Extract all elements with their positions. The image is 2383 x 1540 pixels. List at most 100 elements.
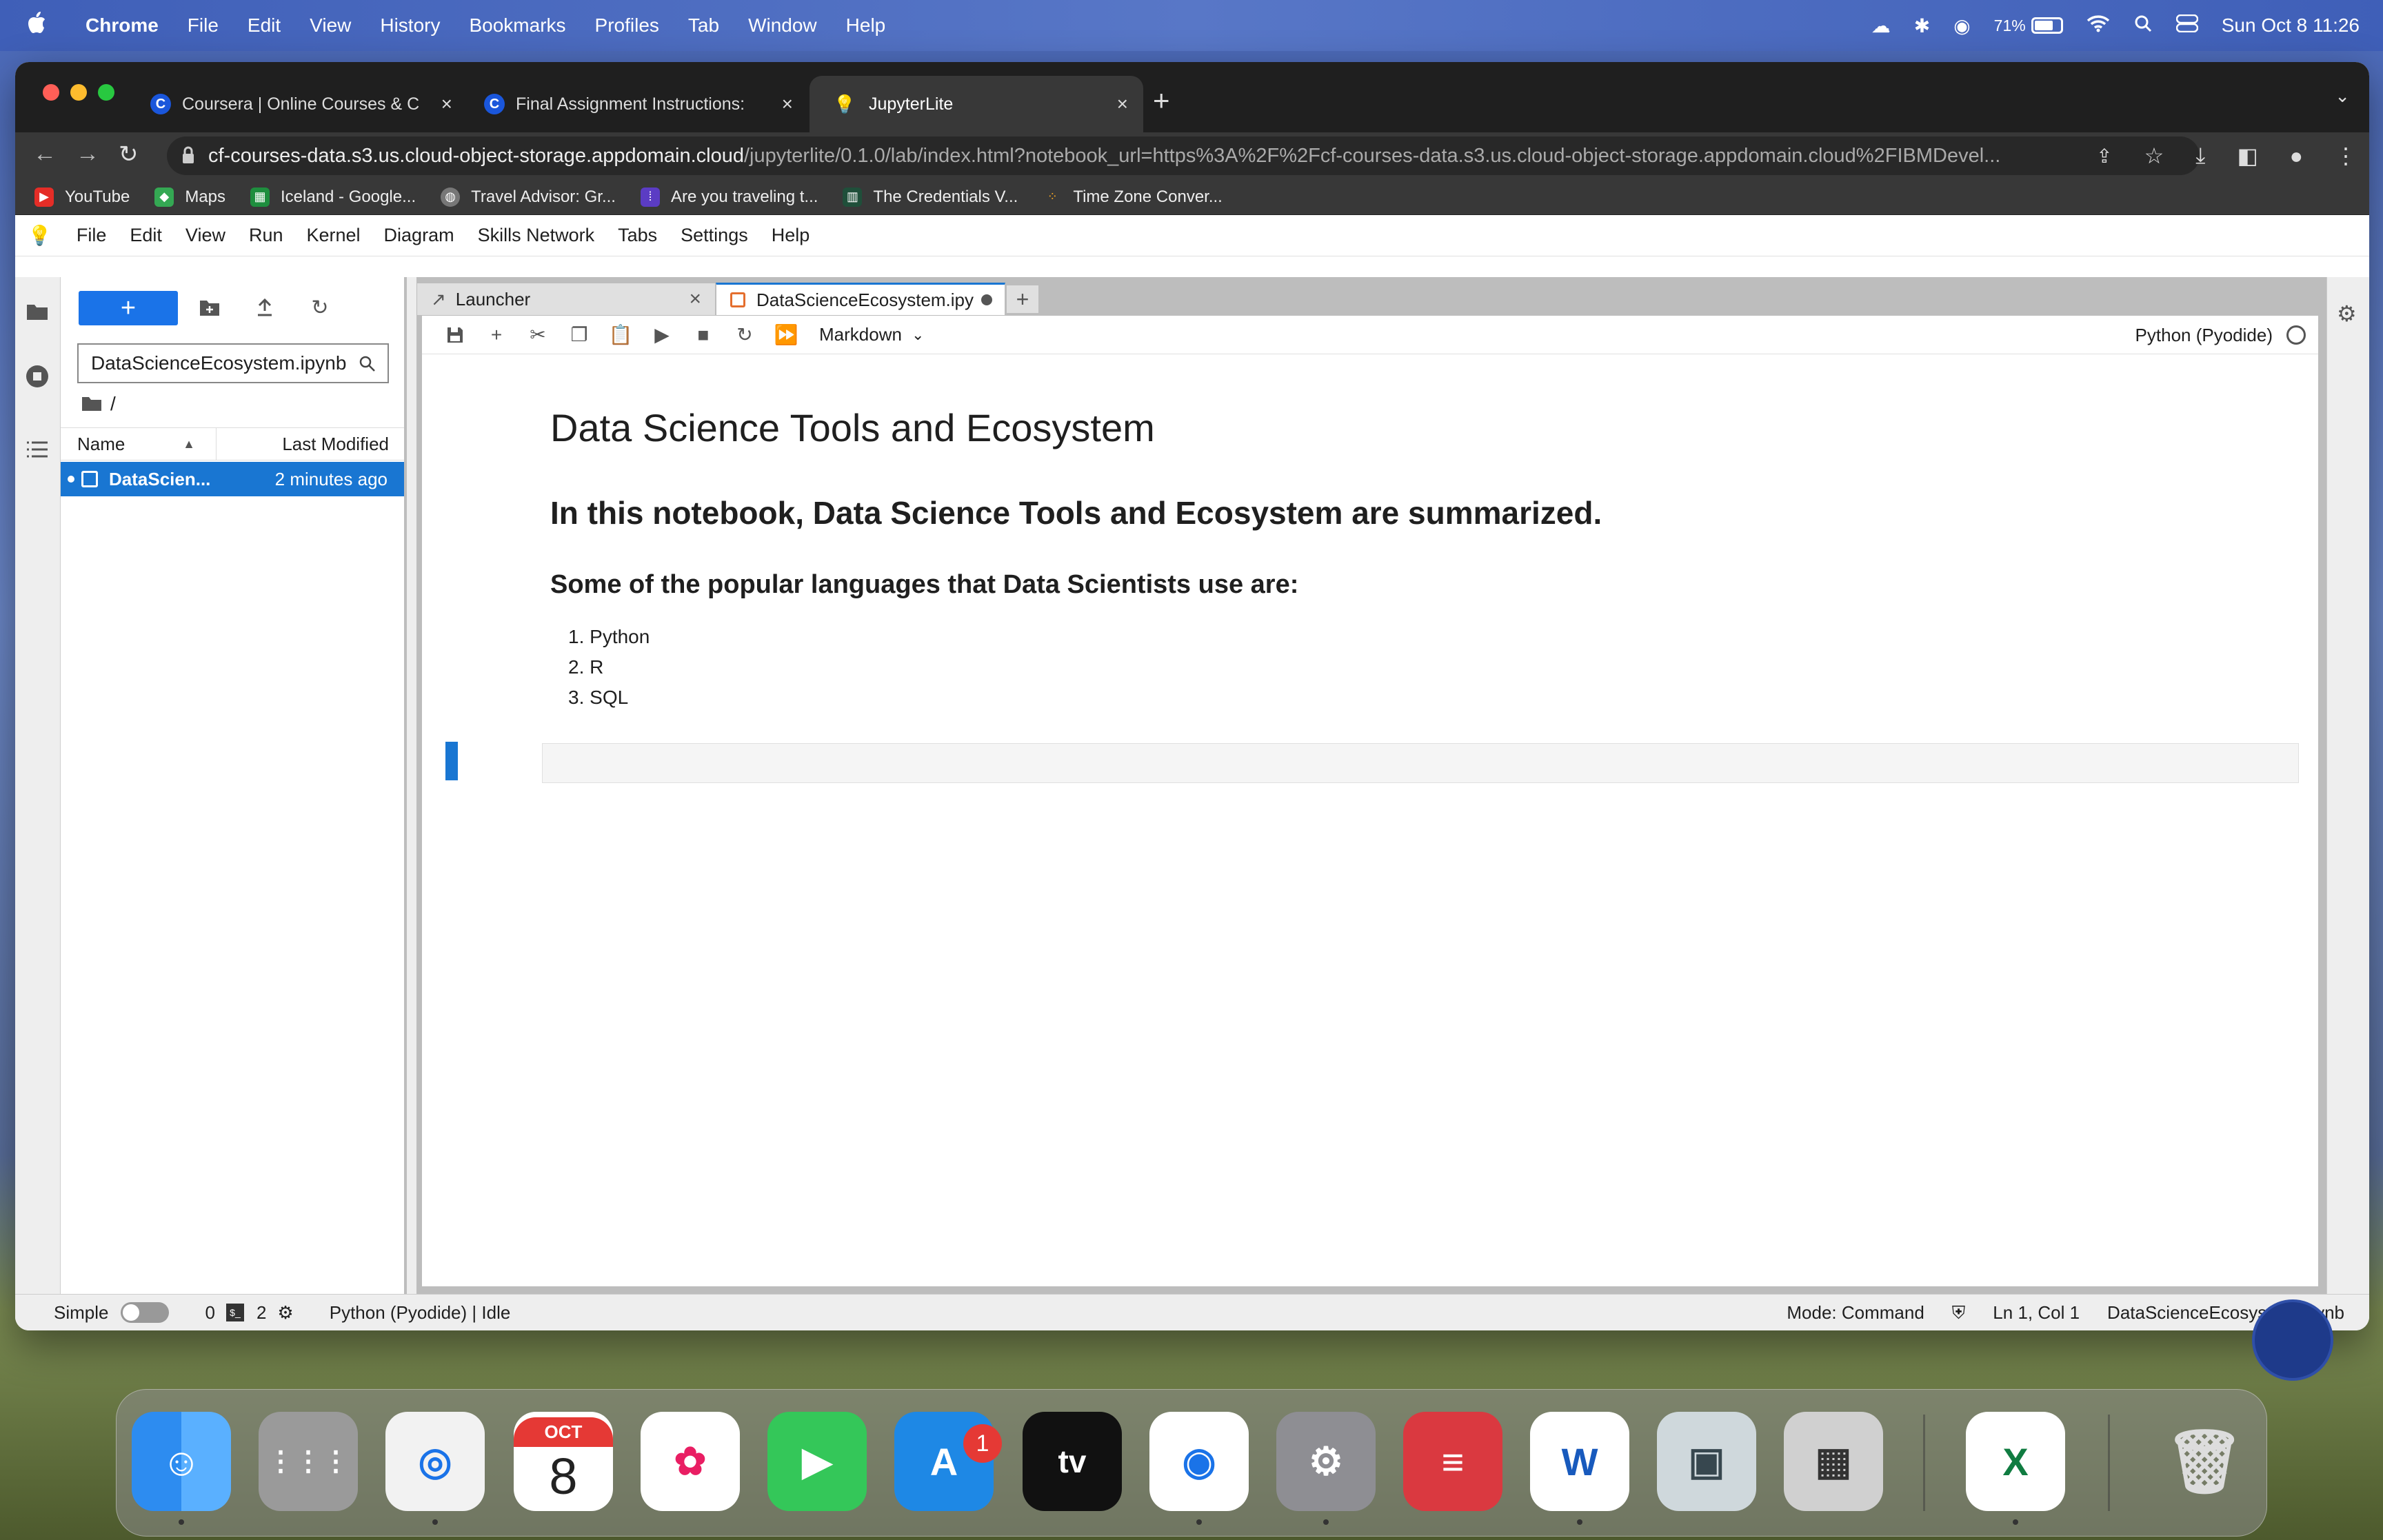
tab-close-icon[interactable]: × (441, 93, 452, 115)
menu-view[interactable]: View (310, 14, 351, 37)
chat-widget-button[interactable] (2252, 1299, 2333, 1381)
browser-tab-jupyterlite[interactable]: 💡 JupyterLite × (810, 76, 1143, 132)
menu-bookmarks[interactable]: Bookmarks (469, 14, 565, 37)
file-filter-input[interactable]: DataScienceEcosystem.ipynb (77, 343, 389, 383)
apple-tv-icon[interactable]: tv (1023, 1412, 1122, 1511)
trust-shield-icon[interactable]: ⛨ (1952, 1302, 1966, 1324)
finder-icon[interactable]: ☺ (132, 1412, 231, 1511)
paste-icon[interactable]: 📋 (600, 323, 641, 346)
menu-help[interactable]: Help (846, 14, 886, 37)
property-inspector-icon[interactable]: ⚙ (2337, 301, 2357, 327)
jl-menu-run[interactable]: Run (249, 225, 283, 246)
jl-menu-file[interactable]: File (77, 225, 107, 246)
menu-file[interactable]: File (188, 14, 219, 37)
kernel-indicator[interactable]: Python (Pyodide) (2135, 316, 2306, 354)
jl-menu-tabs[interactable]: Tabs (618, 225, 657, 246)
kernel-status[interactable]: Python (Pyodide) | Idle (330, 1302, 511, 1324)
calculator-icon[interactable]: ▦ (1784, 1412, 1883, 1511)
column-modified-header[interactable]: Last Modified (217, 434, 404, 455)
stop-icon[interactable]: ■ (683, 324, 724, 346)
tab-close-icon[interactable]: × (782, 93, 793, 115)
cell-type-select[interactable]: Markdown ⌄ (819, 324, 924, 345)
doc-tab-launcher[interactable]: ↗ Launcher × (416, 283, 716, 316)
tab-close-icon[interactable]: × (1117, 93, 1128, 115)
markdown-cell[interactable]: Data Science Tools and Ecosystem In this… (550, 405, 2302, 713)
running-stop-icon[interactable] (25, 364, 50, 389)
datetime[interactable]: Sun Oct 8 11:26 (2222, 14, 2360, 37)
weather-icon[interactable]: ☁ (1871, 14, 1891, 37)
column-name-header[interactable]: Name ▲ (61, 427, 217, 460)
jl-menu-edit[interactable]: Edit (130, 225, 162, 246)
preview-icon[interactable]: ▣ (1657, 1412, 1756, 1511)
jl-menu-view[interactable]: View (185, 225, 225, 246)
side-panel-icon[interactable]: ◧ (2237, 143, 2258, 169)
bookmark-youtube[interactable]: ▶ YouTube (34, 187, 130, 207)
copy-icon[interactable]: ❐ (559, 323, 600, 346)
bookmark-star-icon[interactable]: ☆ (2144, 143, 2164, 169)
cut-icon[interactable]: ✂ (517, 323, 559, 346)
menu-edit[interactable]: Edit (248, 14, 281, 37)
control-center-icon[interactable] (2175, 14, 2198, 37)
excel-icon[interactable]: X (1966, 1412, 2065, 1511)
expressvpn-icon[interactable]: ≡ (1403, 1412, 1502, 1511)
new-doc-tab-icon[interactable]: + (1007, 285, 1038, 313)
download-icon[interactable]: ⤓ (2195, 143, 2205, 169)
breadcrumb-root[interactable]: / (110, 393, 116, 415)
bookmark-time-zone[interactable]: ⁘ Time Zone Conver... (1043, 188, 1223, 207)
home-folder-icon[interactable] (81, 396, 102, 412)
menu-history[interactable]: History (380, 14, 440, 37)
minimize-window-button[interactable] (70, 84, 87, 101)
forward-icon[interactable]: → (76, 141, 99, 168)
bookmark-are-you-traveling[interactable]: ⁞ Are you traveling t... (640, 187, 818, 207)
add-cell-icon[interactable]: + (476, 324, 517, 346)
close-window-button[interactable] (43, 84, 59, 101)
bookmark-iceland[interactable]: ▦ Iceland - Google... (250, 187, 416, 207)
browser-tab-coursera[interactable]: C Coursera | Online Courses & C × (150, 76, 467, 132)
word-icon[interactable]: W (1530, 1412, 1629, 1511)
bookmark-credentials[interactable]: ▥ The Credentials V... (843, 187, 1018, 207)
restart-icon[interactable]: ↻ (724, 323, 765, 346)
user-icon[interactable]: ◉ (1953, 14, 1970, 37)
run-all-icon[interactable]: ⏩ (765, 323, 807, 346)
share-icon[interactable]: ⇪ (2096, 145, 2112, 168)
back-icon[interactable]: ← (33, 141, 57, 168)
tab-search-chevron-icon[interactable]: ⌄ (2335, 85, 2350, 107)
bookmark-travel-advisor[interactable]: ◍ Travel Advisor: Gr... (441, 187, 616, 207)
run-icon[interactable]: ▶ (641, 323, 683, 346)
code-cell-input[interactable] (542, 743, 2299, 783)
new-launcher-button[interactable]: + (79, 291, 178, 325)
upload-icon[interactable] (252, 295, 277, 320)
calendar-icon[interactable]: OCT 8 (514, 1412, 613, 1511)
cursor-position[interactable]: Ln 1, Col 1 (1993, 1302, 2080, 1324)
refresh-icon[interactable]: ↻ (308, 295, 332, 320)
terminal-count[interactable]: 0 (205, 1302, 214, 1324)
photos-icon[interactable]: ✿ (641, 1412, 740, 1511)
jl-menu-settings[interactable]: Settings (681, 225, 748, 246)
battery-indicator[interactable]: 71% (1994, 17, 2063, 35)
jl-menu-diagram[interactable]: Diagram (384, 225, 454, 246)
menu-window[interactable]: Window (748, 14, 817, 37)
menu-app-name[interactable]: Chrome (86, 14, 159, 37)
bluetooth-icon[interactable]: ✱ (1914, 14, 1930, 37)
jl-menu-help[interactable]: Help (772, 225, 810, 246)
doc-tab-close-icon[interactable]: × (689, 287, 701, 311)
jl-menu-kernel[interactable]: Kernel (307, 225, 361, 246)
bookmark-maps[interactable]: ◆ Maps (154, 187, 225, 207)
reload-icon[interactable]: ↻ (119, 141, 139, 168)
app-store-icon[interactable]: A1 (894, 1412, 1002, 1511)
wifi-icon[interactable] (2087, 14, 2110, 37)
system-settings-icon[interactable]: ⚙ (1276, 1412, 1376, 1511)
menu-profiles[interactable]: Profiles (595, 14, 659, 37)
save-icon[interactable] (434, 326, 476, 344)
apple-menu-icon[interactable] (26, 11, 50, 41)
chrome-icon[interactable]: ◉ (1149, 1412, 1249, 1511)
safari-icon[interactable]: ◎ (385, 1412, 485, 1511)
simple-mode-toggle[interactable] (121, 1302, 170, 1323)
menu-tab[interactable]: Tab (688, 14, 719, 37)
file-list-item[interactable]: DataScien... 2 minutes ago (61, 462, 404, 496)
zoom-window-button[interactable] (98, 84, 114, 101)
jl-menu-skills-network[interactable]: Skills Network (478, 225, 595, 246)
trash-icon[interactable]: 🗑 (2155, 1412, 2254, 1511)
address-bar[interactable]: cf-courses-data.s3.us.cloud-object-stora… (167, 136, 2200, 175)
kernel-count[interactable]: 2 (257, 1302, 266, 1324)
